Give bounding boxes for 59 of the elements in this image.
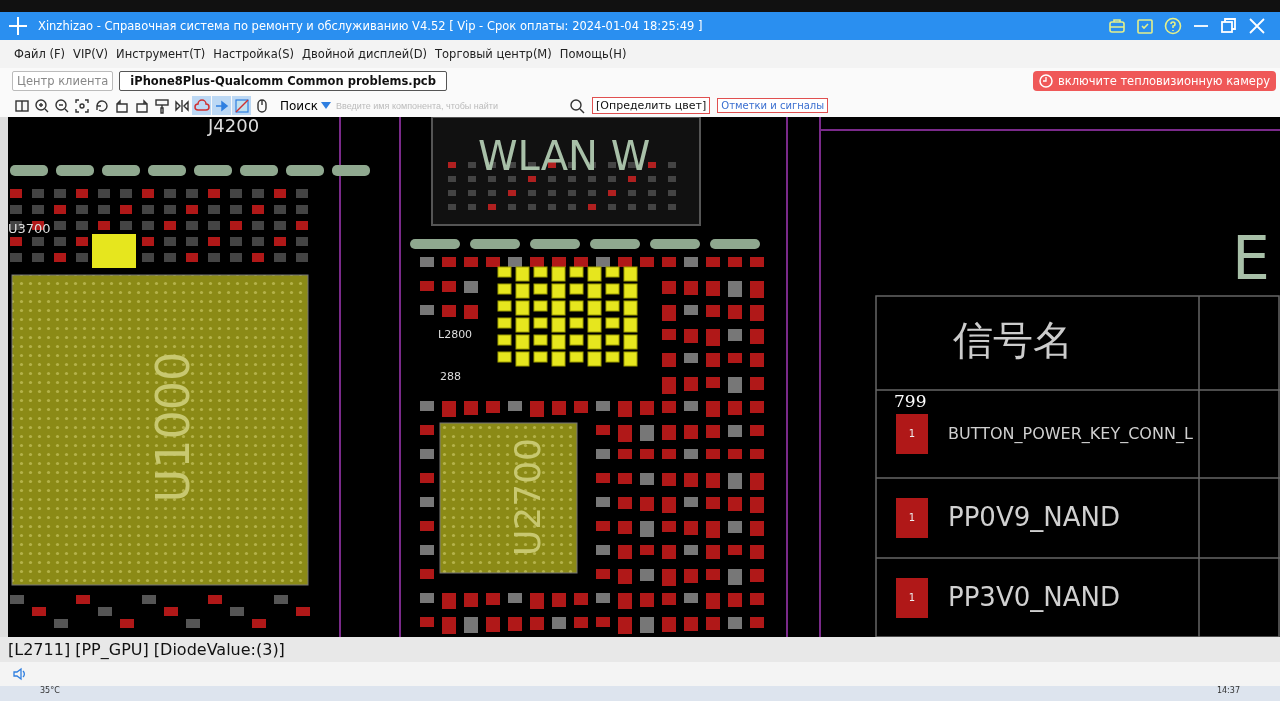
search-mode-dropdown[interactable]: Поиск [278,98,333,113]
cloud-icon [193,97,210,114]
clock-icon[interactable] [1038,74,1053,88]
calendar-icon[interactable] [1136,17,1154,35]
pin-pad: 1 [896,578,928,618]
pin-number: 799 [894,390,927,411]
search-icon[interactable] [569,97,585,114]
paint-roller-tool[interactable] [152,96,171,115]
file-tab[interactable]: iPhone8Plus-Qualcomm Common problems.pcb [119,71,447,91]
board-label: U1000 [145,351,200,503]
zoom-out-icon [53,97,70,114]
menu-item[interactable]: Инструмент(T) [116,47,206,61]
mirror-icon [173,97,190,114]
signal-name: BUTTON_POWER_KEY_CONN_L [948,423,1193,443]
table-header: 信号名 [953,317,1073,363]
window-title: Xinzhizao - Справочная система по ремонту и обслуживанию V4.52 [ Vip - Срок оплаты: 2024-01-04 18:25:49 ] [38,19,703,33]
menu-item[interactable]: Помощь(H) [559,47,627,61]
status-text: [L2711] [PP_GPU] [DiodeValue:(3)] [0,637,1280,662]
restore-icon[interactable] [1220,17,1238,35]
clock-text: 14:37 [1216,686,1240,695]
speaker-icon [12,666,28,682]
file-tab[interactable]: Центр клиента [12,71,114,91]
close-icon[interactable] [1248,17,1266,35]
signal-name: PP3V0_NAND [948,581,1120,612]
define-color-button[interactable]: [Определить цвет] [592,97,711,114]
zoom-out-tool[interactable] [52,96,71,115]
pin-pad: 1 [896,414,928,454]
board-label: L2800 [438,328,473,341]
menu-item[interactable]: Торговый центр(M) [435,47,552,61]
board-label: U2700 [507,438,548,556]
help-icon[interactable] [1164,17,1182,35]
flip-left-icon [113,97,130,114]
briefcase-icon[interactable] [1108,17,1126,35]
zoom-in-tool[interactable] [32,96,51,115]
paint-roller-icon [153,97,170,114]
signal-name: PP0V9_NAND [948,501,1120,532]
image-icon [233,97,250,114]
fit-screen-icon [73,97,90,114]
board-label: WLAN W [478,133,651,179]
board-label: J4200 [208,117,260,136]
arrow-tool[interactable] [212,96,231,115]
menu-item[interactable]: VIP(V) [73,47,109,61]
image-tool[interactable] [232,96,251,115]
board-label: 288 [440,370,461,383]
weather-text: 35°C [40,686,60,695]
app-logo-icon [8,16,28,36]
split-view-icon [13,97,30,114]
pin-pad: 1 [896,498,928,538]
menu-item[interactable]: Настройка(S) [213,47,295,61]
caret-icon [321,101,331,110]
menu-item[interactable]: Двойной дисплей(D) [302,47,428,61]
zoom-in-icon [33,97,50,114]
flip-right-icon [133,97,150,114]
board-label: U3700 [8,220,51,236]
marks-signals-button[interactable]: Отметки и сигналы [717,98,829,113]
menu-item[interactable]: Файл (F) [14,47,65,61]
rotate-icon [93,97,110,114]
board-label: E [1232,222,1270,293]
fit-screen-tool[interactable] [72,96,91,115]
